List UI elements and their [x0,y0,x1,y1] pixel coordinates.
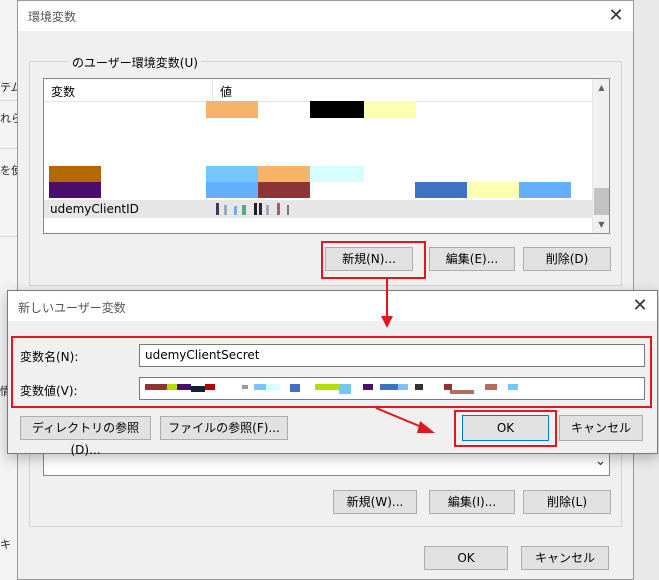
down-arrow [381,279,393,328]
diagonal-arrow [375,407,435,433]
annotation-arrows [375,279,435,433]
